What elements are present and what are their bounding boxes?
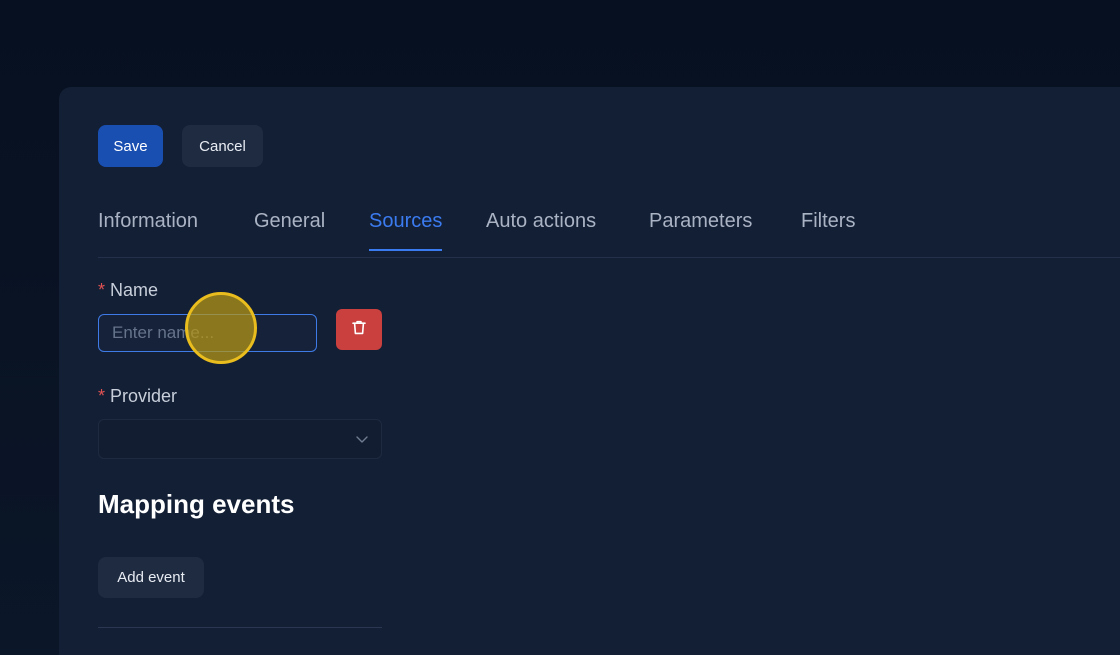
cancel-button[interactable]: Cancel (182, 125, 263, 167)
name-label: * Name (98, 280, 158, 301)
name-input[interactable] (98, 314, 317, 352)
tab-bar: Information General Sources Auto actions… (98, 200, 1120, 258)
trash-icon (352, 320, 366, 340)
divider (98, 627, 382, 628)
provider-label-text: Provider (110, 386, 178, 406)
provider-select[interactable] (98, 419, 382, 459)
tab-information[interactable]: Information (98, 210, 198, 249)
provider-label: * Provider (98, 386, 177, 407)
add-event-button[interactable]: Add event (98, 557, 204, 598)
save-button[interactable]: Save (98, 125, 163, 167)
delete-source-button[interactable] (336, 309, 382, 350)
tab-general[interactable]: General (254, 210, 325, 249)
required-marker: * (98, 280, 106, 300)
tab-sources[interactable]: Sources (369, 210, 443, 251)
tab-auto-actions[interactable]: Auto actions (486, 210, 596, 249)
tab-filters[interactable]: Filters (801, 210, 855, 249)
mapping-events-heading: Mapping events (98, 489, 295, 519)
name-label-text: Name (110, 280, 159, 300)
editor-panel: Save Cancel Information General Sources … (59, 87, 1120, 655)
required-marker: * (98, 386, 106, 406)
tab-parameters[interactable]: Parameters (649, 210, 752, 249)
chevron-down-icon (355, 432, 369, 451)
